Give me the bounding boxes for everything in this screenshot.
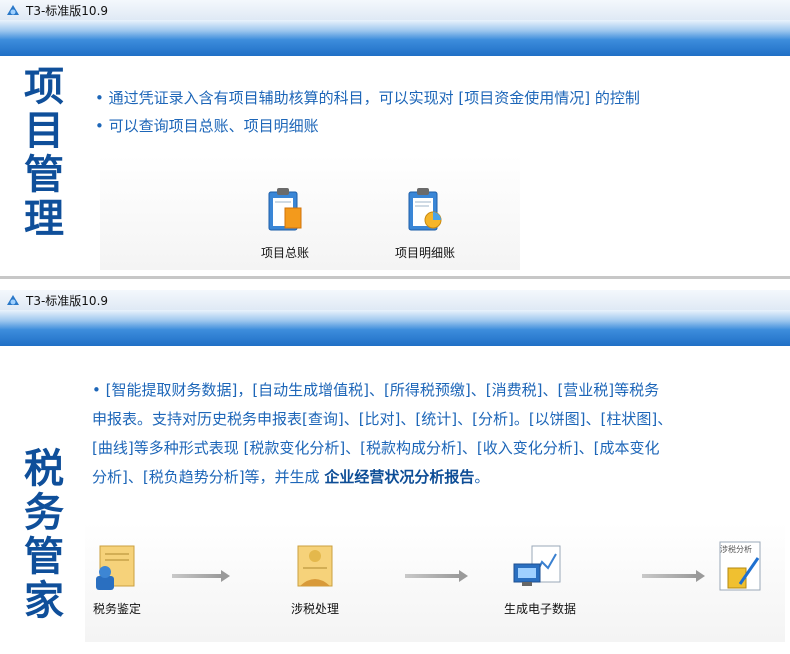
flow-arrow [405, 570, 468, 582]
generate-data-icon [513, 545, 561, 586]
badge-label: 涉税分析 [720, 545, 752, 554]
flow-arrow [172, 570, 230, 582]
top-window: T3-标准版10.9 项 目 管 理 • 通过凭证录入含有项目辅助核算的科目，可… [0, 0, 790, 286]
project-ledger-button[interactable]: 项目总账 [225, 186, 345, 261]
title-bar: T3-标准版10.9 [0, 0, 790, 20]
bottom-window: T3-标准版10.9 税 务 管 家 • [智能提取财务数据]，[自动生成增值税… [0, 290, 790, 654]
feature-item: • 通过凭证录入含有项目辅助核算的科目，可以实现对 [项目资金使用情况] 的控制 [95, 89, 640, 107]
icon-label: 涉税处理 [290, 602, 339, 616]
desc-line: 分析]、[税负趋势分析]等，并生成 企业经营状况分析报告。 [92, 468, 490, 486]
tax-identify-icon [96, 545, 135, 590]
tax-process-icon [297, 545, 333, 587]
section-title-char: 务 [24, 489, 64, 536]
feature-list: • 通过凭证录入含有项目辅助核算的科目，可以实现对 [项目资金使用情况] 的控制… [95, 84, 775, 140]
section-title-char: 税 [24, 445, 64, 492]
section-title-char: 管 [24, 151, 64, 198]
app-icon [7, 5, 19, 15]
report-name: 企业经营状况分析报告 [324, 468, 475, 486]
divider [0, 276, 790, 279]
tax-analysis-button[interactable]: 涉税分析 [680, 540, 790, 608]
tax-description: • [智能提取财务数据]，[自动生成增值税]、[所得税预缴]、[消费税]、[营业… [92, 376, 782, 492]
app-icon [7, 295, 19, 305]
title-bar: T3-标准版10.9 [0, 290, 790, 310]
icon-label: 生成电子数据 [503, 602, 576, 616]
icon-label: 项目明细账 [394, 246, 455, 260]
header-band [0, 310, 790, 346]
clipboard-ledger-icon [268, 188, 302, 231]
tax-identify-button[interactable]: 税务鉴定 [57, 542, 177, 617]
icon-label: 项目总账 [260, 246, 309, 260]
icon-label: 税务鉴定 [92, 602, 141, 616]
tax-process-button[interactable]: 涉税处理 [255, 542, 375, 617]
window-title: T3-标准版10.9 [26, 294, 109, 308]
header-band [0, 20, 790, 56]
feature-item: • 可以查询项目总账、项目明细账 [95, 117, 319, 135]
desc-line: 申报表。支持对历史税务申报表[查询]、[比对]、[统计]、[分析]。[以饼图]、… [92, 410, 673, 428]
section-title-char: 项 [24, 63, 64, 110]
clipboard-detail-icon [408, 188, 442, 231]
section-title-char: 理 [24, 195, 64, 242]
project-detail-button[interactable]: 项目明细账 [365, 186, 485, 261]
section-title-char: 目 [24, 107, 64, 154]
window-title: T3-标准版10.9 [26, 4, 109, 18]
desc-line: [曲线]等多种形式表现 [税款变化分析]、[税款构成分析]、[收入变化分析]、[… [92, 439, 660, 457]
desc-line: • [智能提取财务数据]，[自动生成增值税]、[所得税预缴]、[消费税]、[营业… [92, 381, 660, 399]
generate-data-button[interactable]: 生成电子数据 [480, 544, 600, 617]
